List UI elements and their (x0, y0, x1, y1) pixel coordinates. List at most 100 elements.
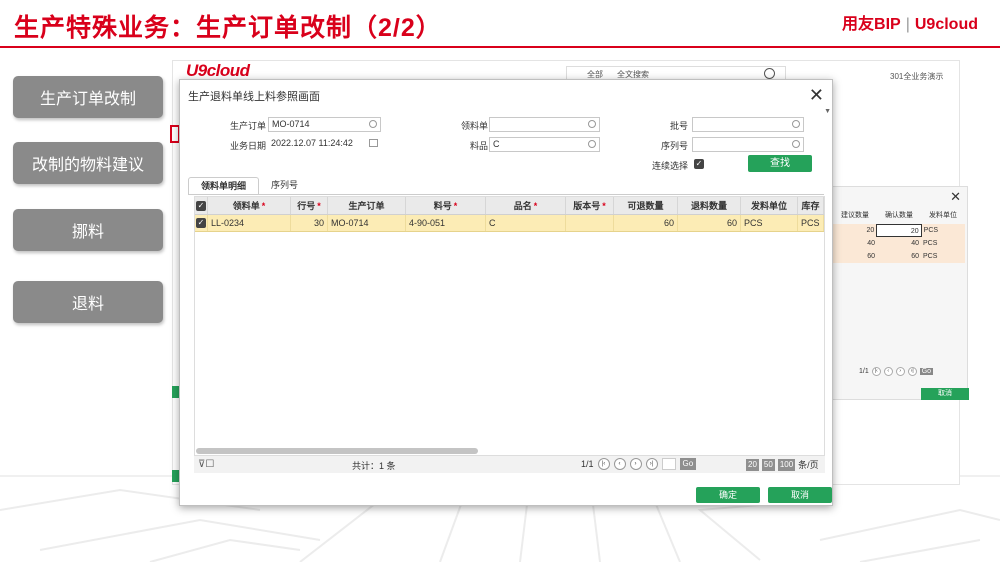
issue-doc-input[interactable] (489, 117, 600, 132)
grid-header: ✓ 领料单 * 行号 * 生产订单 料号 * 品名 * 版本号 * 可退数量 退料数量 发… (195, 197, 824, 215)
cell-unit: PCS (923, 253, 938, 260)
cell-line-no: 30 (291, 215, 328, 231)
cell-return-qty[interactable]: 60 (678, 215, 741, 231)
page-size-selector: 20 50 100 条/页 (746, 458, 819, 471)
page-indicator: 1/1 (581, 459, 594, 469)
cell-confirm[interactable]: 40 (877, 237, 921, 250)
date-input[interactable]: 2022.12.07 11:24:42 (268, 137, 381, 152)
search-icon[interactable] (792, 140, 800, 148)
col-issue-unit[interactable]: 发料单位 (741, 197, 798, 214)
first-page-icon[interactable]: |‹ (871, 367, 881, 376)
cell-item-name: C (486, 215, 566, 231)
cell-stock-unit: PCS (798, 215, 824, 231)
col-version[interactable]: 版本号 * (566, 197, 614, 214)
user-org[interactable]: 301全业务演示 (890, 71, 943, 82)
cell-unit: PCS (923, 240, 938, 247)
select-all-checkbox[interactable]: ✓ (195, 197, 208, 214)
required-marker: * (317, 201, 321, 211)
page-size-20[interactable]: 20 (746, 458, 759, 471)
panel-col-suggest: 建议数量 (841, 212, 869, 219)
continuous-label: 连续选择 (651, 161, 688, 171)
serial-input[interactable] (692, 137, 804, 152)
cancel-button[interactable]: 取消 (768, 487, 832, 503)
cell-returnable-qty: 60 (614, 215, 678, 231)
first-page-icon[interactable]: |‹ (597, 458, 610, 470)
last-page-icon[interactable]: ›| (645, 458, 658, 470)
col-item-code[interactable]: 料号 * (406, 197, 486, 214)
brand-separator: | (905, 16, 910, 33)
tab-issue-detail[interactable]: 领料单明细 (188, 177, 260, 195)
required-marker: * (602, 201, 606, 211)
page-size-100[interactable]: 100 (777, 458, 796, 471)
col-stock-unit[interactable]: 库存 (798, 197, 824, 214)
row-checkbox[interactable]: ✓ (195, 215, 208, 231)
title-divider (0, 46, 1000, 48)
next-page-icon[interactable]: › (895, 367, 905, 376)
cell-issue-doc: LL-0234 (208, 215, 291, 231)
prev-page-icon[interactable]: ‹ (883, 367, 893, 376)
prev-page-icon[interactable]: ‹ (613, 458, 626, 470)
table-row[interactable]: ✓ LL-0234 30 MO-0714 4-90-051 C 60 60 PC… (195, 215, 824, 232)
col-returnable-qty[interactable]: 可退数量 (614, 197, 678, 214)
order-input[interactable]: MO-0714 (268, 117, 381, 132)
slide-title: 生产特殊业务：生产订单改制（2/2） (14, 14, 442, 42)
filter-icon[interactable]: ⊽☐ (198, 459, 214, 470)
search-icon[interactable] (764, 68, 775, 79)
close-icon[interactable]: ✕ (950, 189, 961, 205)
cell-item-code: 4-90-051 (406, 215, 486, 231)
tab-divider (188, 194, 824, 195)
brand-logo: 用友BIP | U9cloud (842, 10, 978, 34)
col-item-name[interactable]: 品名 * (486, 197, 566, 214)
search-icon[interactable] (588, 140, 596, 148)
item-input[interactable]: C (489, 137, 600, 152)
table-row[interactable]: 20 20 PCS (833, 224, 965, 237)
col-line-no[interactable]: 行号 * (291, 197, 328, 214)
nav-material-transfer[interactable]: 挪料 (13, 209, 163, 251)
last-page-icon[interactable]: ›| (907, 367, 917, 376)
scroll-down-icon[interactable]: ▼ (824, 108, 831, 115)
tab-serial[interactable]: 序列号 (259, 177, 310, 195)
pager: 1/1 |‹ ‹ › ›| Go (581, 458, 697, 470)
horizontal-scrollbar[interactable] (196, 448, 478, 454)
per-page-label: 条/页 (798, 460, 819, 470)
u9cloud-logo: U9cloud (186, 61, 250, 80)
confirm-button[interactable]: 确定 (696, 487, 760, 503)
search-icon[interactable] (792, 120, 800, 128)
close-icon[interactable]: ✕ (809, 83, 824, 107)
nav-material-return[interactable]: 退料 (13, 281, 163, 323)
col-mo[interactable]: 生产订单 (328, 197, 406, 214)
next-page-icon[interactable]: › (629, 458, 642, 470)
checkbox-icon[interactable]: ✓ (196, 200, 206, 211)
date-value: 2022.12.07 11:24:42 (271, 138, 353, 148)
continuous-checkbox[interactable]: ✓ (694, 159, 704, 169)
search-scope[interactable]: 全部 (587, 69, 603, 80)
go-button[interactable]: Go (679, 458, 697, 470)
col-issue-doc[interactable]: 领料单 * (208, 197, 291, 214)
search-icon[interactable] (588, 120, 596, 128)
panel-cancel-button[interactable]: 取消 (921, 388, 969, 400)
table-row[interactable]: 40 40 PCS (833, 237, 965, 250)
cell-version (566, 215, 614, 231)
panel-header: 建议数量 确认数量 发料单位 (833, 209, 965, 223)
page-number-input[interactable] (661, 458, 676, 470)
panel-page: 1/1 (859, 368, 869, 375)
search-icon[interactable] (369, 120, 377, 128)
cell-confirm[interactable]: 60 (877, 250, 921, 263)
panel-go-button[interactable]: Go (919, 368, 934, 375)
required-marker: * (453, 201, 458, 211)
brand-u9cloud: U9cloud (914, 16, 978, 33)
find-button[interactable]: 查找 (748, 155, 812, 172)
calendar-icon[interactable] (369, 139, 378, 147)
col-return-qty[interactable]: 退料数量 (678, 197, 741, 214)
lot-input[interactable] (692, 117, 804, 132)
table-row[interactable]: 60 60 PCS (833, 250, 965, 263)
nav-material-suggestion[interactable]: 改制的物料建议 (13, 142, 163, 184)
grid-footer: ⊽☐ 共计：1 条 1/1 |‹ ‹ › ›| Go 20 50 100 条/页 (194, 455, 825, 473)
date-label: 业务日期 (229, 141, 266, 151)
cell-suggest: 60 (867, 253, 875, 260)
cell-confirm[interactable]: 20 (876, 224, 922, 237)
checkbox-icon[interactable]: ✓ (196, 218, 206, 228)
brand-bip: 用友BIP (842, 16, 901, 33)
nav-order-modification[interactable]: 生产订单改制 (13, 76, 163, 118)
page-size-50[interactable]: 50 (761, 458, 775, 471)
